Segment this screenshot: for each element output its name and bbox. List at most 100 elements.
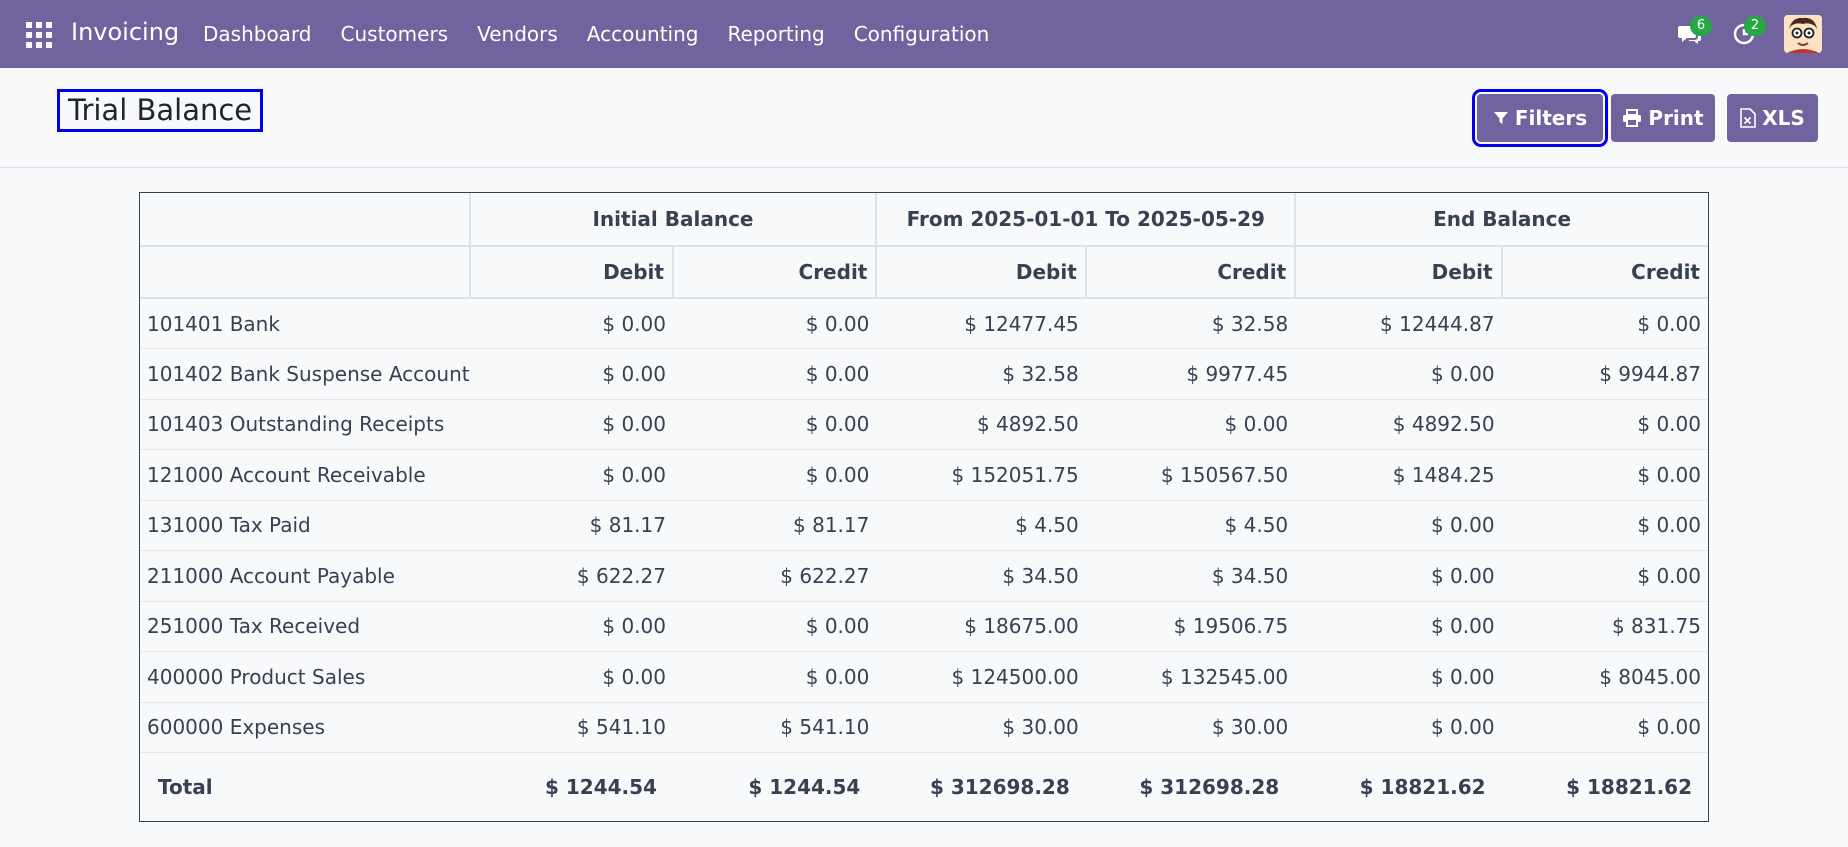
end-debit-cell: $ 0.00 (1295, 702, 1502, 753)
filter-icon (1493, 112, 1508, 124)
app-name[interactable]: Invoicing (71, 18, 179, 46)
end-debit-cell: $ 0.00 (1295, 601, 1502, 652)
end-credit-cell: $ 831.75 (1501, 601, 1708, 652)
table-row[interactable]: 600000 Expenses $ 541.10 $ 541.10 $ 30.00 $ … (140, 702, 1708, 753)
period-credit-cell: $ 30.00 (1085, 702, 1296, 753)
control-panel: Trial Balance Filters Print XLS (0, 68, 1848, 168)
table-row[interactable]: 251000 Tax Received $ 0.00 $ 0.00 $ 18675.0… (140, 601, 1708, 652)
total-row: Total $ 1244.54 $ 1244.54 $ 312698.28 $ 3126… (140, 752, 1708, 821)
excel-file-icon (1740, 108, 1757, 128)
initial-debit-cell: $ 0.00 (469, 298, 673, 349)
end-debit-cell: $ 0.00 (1295, 550, 1502, 602)
menu-vendors[interactable]: Vendors (477, 22, 558, 46)
initial-debit-cell: $ 0.00 (469, 399, 673, 450)
messages-button[interactable]: 6 (1670, 14, 1712, 54)
end-debit-cell: $ 4892.50 (1295, 399, 1502, 450)
account-name-cell[interactable]: 251000 Tax Received (140, 601, 470, 652)
menu-reporting[interactable]: Reporting (727, 22, 824, 46)
menu-dashboard[interactable]: Dashboard (203, 22, 312, 46)
table-row[interactable]: 131000 Tax Paid $ 81.17 $ 81.17 $ 4.50 $ 4.5… (140, 500, 1708, 551)
period-credit-cell: $ 150567.50 (1085, 449, 1296, 501)
top-navbar: Invoicing Dashboard Customers Vendors Ac… (0, 0, 1848, 68)
table-row[interactable]: 101403 Outstanding Receipts $ 0.00 $ 0.00 $… (140, 399, 1708, 450)
table-row[interactable]: 211000 Account Payable $ 622.27 $ 622.27 $ … (140, 550, 1708, 602)
initial-debit-header: Debit (468, 246, 673, 299)
end-balance-header: End Balance (1294, 193, 1708, 247)
menu-customers[interactable]: Customers (341, 22, 449, 46)
period-header: From 2025-01-01 To 2025-05-29 (875, 193, 1296, 247)
initial-credit-cell: $ 0.00 (672, 298, 877, 349)
systray: 6 2 (1656, 14, 1822, 54)
end-credit-cell: $ 0.00 (1501, 399, 1708, 450)
user-avatar[interactable] (1784, 15, 1822, 53)
activities-count-badge: 2 (1744, 16, 1766, 36)
period-credit-cell: $ 0.00 (1085, 399, 1296, 450)
period-debit-cell: $ 4.50 (876, 500, 1086, 551)
initial-credit-cell: $ 0.00 (672, 651, 877, 703)
filters-label: Filters (1514, 106, 1588, 130)
printer-icon (1623, 109, 1642, 127)
account-name-cell[interactable]: 131000 Tax Paid (140, 500, 470, 551)
initial-credit-cell: $ 0.00 (672, 399, 877, 450)
account-header-blank (140, 193, 471, 247)
initial-credit-header: Credit (671, 246, 877, 299)
total-initial-debit-cell: $ 1244.54 (469, 752, 673, 821)
initial-credit-cell: $ 622.27 (672, 550, 877, 602)
table-row[interactable]: 400000 Product Sales $ 0.00 $ 0.00 $ 124500… (140, 651, 1708, 703)
end-credit-cell: $ 8045.00 (1501, 651, 1708, 703)
period-debit-cell: $ 32.58 (876, 348, 1086, 400)
main-menu: Dashboard Customers Vendors Accounting R… (203, 22, 1018, 46)
table-row[interactable]: 101401 Bank $ 0.00 $ 0.00 $ 12477.45 $ 32.58… (140, 298, 1708, 349)
end-debit-cell: $ 0.00 (1295, 500, 1502, 551)
initial-balance-header: Initial Balance (468, 193, 877, 247)
period-debit-cell: $ 124500.00 (876, 651, 1086, 703)
activities-button[interactable]: 2 (1724, 14, 1766, 54)
end-credit-cell: $ 0.00 (1501, 298, 1708, 349)
end-credit-cell: $ 0.00 (1501, 550, 1708, 602)
end-debit-cell: $ 1484.25 (1295, 449, 1502, 501)
account-name-cell[interactable]: 400000 Product Sales (140, 651, 470, 703)
period-debit-cell: $ 12477.45 (876, 298, 1086, 349)
account-name-cell[interactable]: 600000 Expenses (140, 702, 470, 753)
initial-credit-cell: $ 541.10 (672, 702, 877, 753)
initial-credit-cell: $ 0.00 (672, 348, 877, 400)
column-header-row: Debit Credit Debit Credit Debit Credit (140, 246, 1708, 299)
filters-button[interactable]: Filters (1472, 89, 1608, 147)
initial-credit-cell: $ 0.00 (672, 601, 877, 652)
print-label: Print (1648, 106, 1704, 130)
menu-accounting[interactable]: Accounting (587, 22, 699, 46)
page-title: Trial Balance (57, 89, 264, 132)
print-button[interactable]: Print (1611, 94, 1715, 142)
period-debit-cell: $ 18675.00 (876, 601, 1086, 652)
end-credit-cell: $ 0.00 (1501, 702, 1708, 753)
initial-debit-cell: $ 0.00 (469, 348, 673, 400)
period-debit-cell: $ 30.00 (876, 702, 1086, 753)
account-name-cell[interactable]: 101402 Bank Suspense Account (140, 348, 470, 400)
period-credit-cell: $ 34.50 (1085, 550, 1296, 602)
account-name-cell[interactable]: 211000 Account Payable (140, 550, 470, 602)
menu-configuration[interactable]: Configuration (854, 22, 990, 46)
period-debit-cell: $ 4892.50 (876, 399, 1086, 450)
end-debit-header: Debit (1294, 246, 1502, 299)
apps-menu-icon[interactable] (26, 22, 52, 48)
initial-credit-cell: $ 81.17 (672, 500, 877, 551)
end-credit-cell: $ 9944.87 (1501, 348, 1708, 400)
initial-debit-cell: $ 0.00 (469, 601, 673, 652)
account-name-cell[interactable]: 101401 Bank (140, 298, 470, 349)
end-debit-cell: $ 0.00 (1295, 348, 1502, 400)
account-column-header (140, 246, 471, 299)
period-credit-cell: $ 132545.00 (1085, 651, 1296, 703)
end-credit-cell: $ 0.00 (1501, 449, 1708, 501)
table-row[interactable]: 121000 Account Receivable $ 0.00 $ 0.00 $ 1… (140, 449, 1708, 501)
xls-label: XLS (1762, 106, 1805, 130)
group-header-row: Initial Balance From 2025-01-01 To 2025-… (140, 193, 1708, 247)
xls-button[interactable]: XLS (1727, 94, 1818, 142)
account-name-cell[interactable]: 101403 Outstanding Receipts (140, 399, 470, 450)
account-name-cell[interactable]: 121000 Account Receivable (140, 449, 470, 501)
end-debit-cell: $ 0.00 (1295, 651, 1502, 703)
total-period-debit-cell: $ 312698.28 (876, 752, 1086, 821)
total-end-debit-cell: $ 18821.62 (1295, 752, 1502, 821)
table-row[interactable]: 101402 Bank Suspense Account $ 0.00 $ 0.00… (140, 348, 1708, 400)
period-credit-header: Credit (1084, 246, 1296, 299)
end-credit-cell: $ 0.00 (1501, 500, 1708, 551)
